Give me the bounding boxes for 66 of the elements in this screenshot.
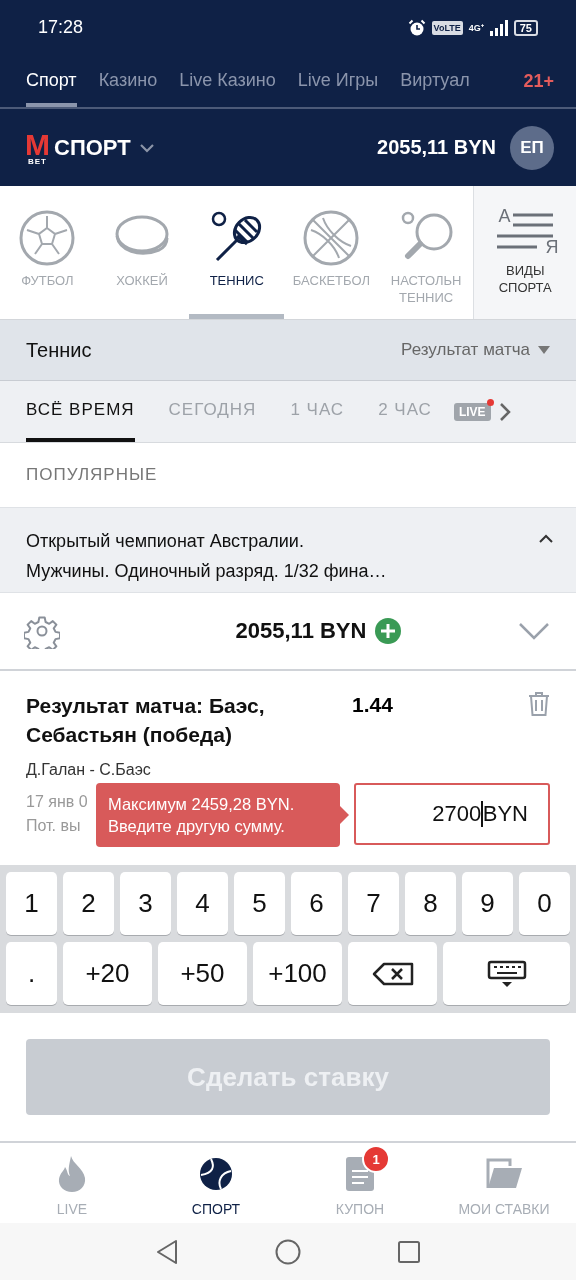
keypad-key[interactable]: 4	[177, 872, 228, 935]
battery-indicator: 75	[513, 19, 538, 36]
back-icon[interactable]	[155, 1238, 179, 1265]
keypad-key[interactable]: 8	[405, 872, 456, 935]
home-icon[interactable]	[275, 1238, 301, 1265]
keypad-key[interactable]: 9	[462, 872, 513, 935]
section-dropdown[interactable]: СПОРТ	[54, 134, 155, 161]
market-dropdown[interactable]: Результат матча	[401, 340, 550, 360]
tournament-header[interactable]: Открытый чемпионат Австралии. Мужчины. Одиночный разряд. 1/32 фина…	[0, 507, 576, 593]
section-tab[interactable]: Live Казино	[179, 55, 276, 107]
chevron-down-icon[interactable]	[518, 622, 550, 640]
network-label: 4G⁺	[468, 22, 484, 34]
soccer-ball-icon	[19, 210, 76, 266]
chevron-down-icon	[138, 142, 155, 153]
match-name: Д.Галан - С.Баэс	[26, 761, 152, 779]
section-tab[interactable]: Спорт	[26, 55, 77, 107]
trash-icon[interactable]	[528, 691, 550, 717]
caret-down-icon	[538, 346, 550, 354]
count-badge: 1	[362, 1145, 390, 1173]
stake-field[interactable]: 2700BYN	[354, 783, 550, 845]
recents-icon[interactable]	[397, 1239, 421, 1264]
chevron-right-icon[interactable]	[498, 401, 511, 422]
balance: 2055,11 BYN	[235, 618, 367, 644]
alarm-icon	[407, 18, 426, 37]
time-filter-tab[interactable]: ВСЁ ВРЕМЯ	[26, 381, 135, 442]
signal-icon	[489, 19, 508, 36]
backspace-icon	[371, 961, 414, 986]
add-funds-icon[interactable]	[374, 617, 403, 645]
section-heading: ПОПУЛЯРНЫЕ	[26, 465, 158, 485]
tournament-title: Открытый чемпионат Австралии. Мужчины. Одиночный разряд. 1/32 фина…	[26, 530, 388, 583]
backspace-key[interactable]	[348, 942, 437, 1005]
keypad-key[interactable]: 6	[291, 872, 342, 935]
keypad-key[interactable]: .	[6, 942, 57, 1005]
payout-label: Пот. вы	[26, 817, 81, 835]
sport-title: Теннис	[26, 338, 92, 362]
all-sports-button[interactable]: А Я ВИДЫ СПОРТА	[473, 186, 576, 319]
bet-title: Результат матча: Баэс, Себастьян (победа)	[26, 693, 266, 748]
keypad-key[interactable]: 2	[63, 872, 114, 935]
clock: 17:28	[38, 17, 84, 38]
tooltip-pointer	[340, 806, 349, 824]
keypad-key[interactable]: 5	[234, 872, 285, 935]
error-tooltip: Максимум 2459,28 BYN. Введите другую сумму.	[96, 783, 340, 847]
keypad-key[interactable]: 1	[6, 872, 57, 935]
ball-icon	[199, 1157, 233, 1191]
section-tab[interactable]: Виртуал	[400, 55, 470, 107]
keypad-key[interactable]: 7	[348, 872, 399, 935]
keypad-key[interactable]: 0	[519, 872, 570, 935]
logo[interactable]: M BET	[25, 129, 50, 166]
keyboard-icon	[486, 959, 527, 988]
basketball-icon	[303, 210, 360, 266]
keypad-key[interactable]: +20	[63, 942, 152, 1005]
folder-icon	[486, 1158, 522, 1190]
section-tab[interactable]: Live Игры	[297, 55, 379, 107]
nav-tab[interactable]: 1 КУПОН	[288, 1143, 432, 1223]
nav-tab[interactable]: СПОРТ	[144, 1143, 288, 1223]
keypad-key[interactable]: +100	[253, 942, 342, 1005]
keypad-key[interactable]: +50	[158, 942, 247, 1005]
volte-badge: VoLTE	[431, 20, 463, 35]
keyboard-key[interactable]	[443, 942, 570, 1005]
match-date: 17 янв 0	[26, 793, 88, 811]
keypad-key[interactable]: 3	[120, 872, 171, 935]
odds: 1.44	[352, 693, 393, 717]
section-tab[interactable]: Казино	[98, 55, 158, 107]
balance: 2055,11 BYN	[377, 136, 496, 159]
flame-icon	[57, 1156, 87, 1192]
avatar[interactable]: ЕП	[510, 125, 554, 170]
